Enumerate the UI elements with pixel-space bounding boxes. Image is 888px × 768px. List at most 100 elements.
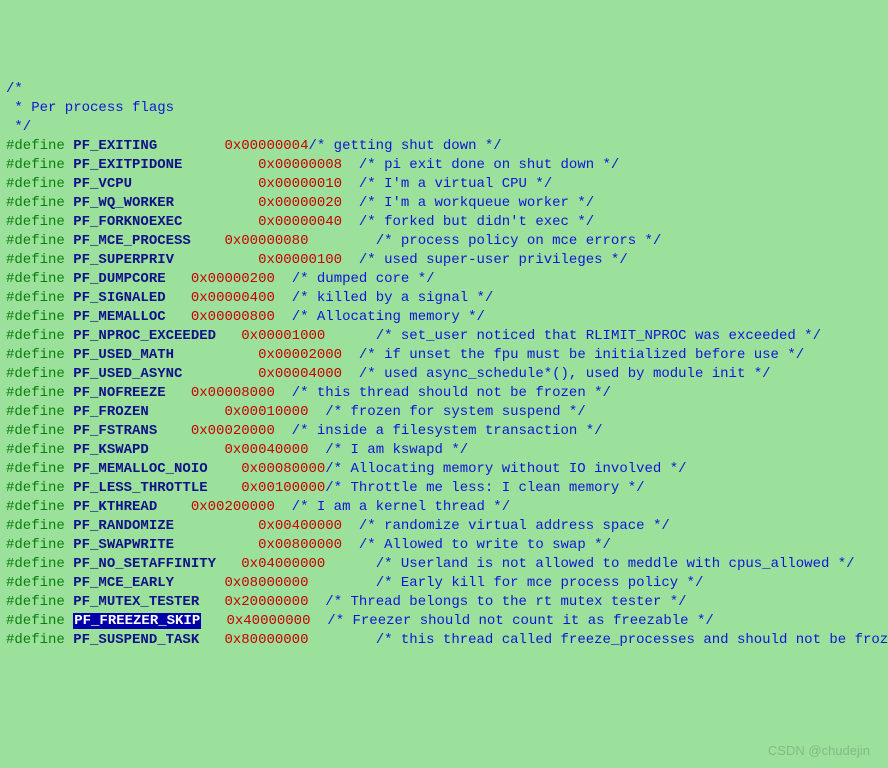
macro-name: PF_NPROC_EXCEEDED [73,328,216,344]
keyword-define: #define [6,423,65,439]
macro-comment: /* this thread should not be frozen */ [292,385,611,401]
macro-name: PF_FREEZER_SKIP [73,613,201,629]
define-row: #define PF_MCE_PROCESS 0x00000080 /* pro… [6,232,882,251]
define-row: #define PF_SUSPEND_TASK 0x80000000 /* th… [6,631,882,650]
macro-value: 0x04000000 [241,556,325,572]
keyword-define: #define [6,138,65,154]
define-row: #define PF_USED_ASYNC 0x00004000 /* used… [6,365,882,384]
macro-name: PF_MEMALLOC_NOIO [73,461,207,477]
macro-name: PF_EXITING [73,138,157,154]
define-row: #define PF_MUTEX_TESTER 0x20000000 /* Th… [6,593,882,612]
keyword-define: #define [6,214,65,230]
macro-comment: /* Allocating memory without IO involved… [325,461,686,477]
macro-comment: /* process policy on mce errors */ [325,233,661,249]
macro-value: 0x00004000 [258,366,342,382]
macro-value: 0x00008000 [191,385,275,401]
macro-comment: /* I am kswapd */ [325,442,468,458]
macro-comment: /* used super-user privileges */ [359,252,628,268]
define-row: #define PF_EXITING 0x00000004/* getting … [6,137,882,156]
macro-value: 0x00001000 [241,328,325,344]
macro-comment: /* used async_schedule*(), used by modul… [359,366,771,382]
keyword-define: #define [6,575,65,591]
keyword-define: #define [6,290,65,306]
macro-comment: /* I am a kernel thread */ [292,499,510,515]
keyword-define: #define [6,347,65,363]
macro-name: PF_MEMALLOC [73,309,165,325]
macro-comment: /* I'm a virtual CPU */ [359,176,552,192]
define-row: #define PF_SWAPWRITE 0x00800000 /* Allow… [6,536,882,555]
macro-value: 0x00000100 [258,252,342,268]
macro-name: PF_NOFREEZE [73,385,165,401]
macro-name: PF_VCPU [73,176,132,192]
keyword-define: #define [6,442,65,458]
define-row: #define PF_VCPU 0x00000010 /* I'm a virt… [6,175,882,194]
macro-name: PF_RANDOMIZE [73,518,174,534]
keyword-define: #define [6,594,65,610]
macro-value: 0x00000010 [258,176,342,192]
keyword-define: #define [6,195,65,211]
keyword-define: #define [6,366,65,382]
define-row: #define PF_NOFREEZE 0x00008000 /* this t… [6,384,882,403]
macro-value: 0x00000080 [224,233,308,249]
watermark: CSDN @chudejin [768,741,870,760]
macro-value: 0x08000000 [224,575,308,591]
comment-line: * Per process flags [6,99,882,118]
macro-comment: /* getting shut down */ [308,138,501,154]
comment-line: */ [6,118,882,137]
macro-name: PF_USED_ASYNC [73,366,182,382]
macro-comment: /* randomize virtual address space */ [359,518,670,534]
define-row: #define PF_KSWAPD 0x00040000 /* I am ksw… [6,441,882,460]
macro-value: 0x40000000 [226,613,310,629]
define-row: #define PF_EXITPIDONE 0x00000008 /* pi e… [6,156,882,175]
macro-comment: /* pi exit done on shut down */ [359,157,619,173]
macro-comment: /* Throttle me less: I clean memory */ [325,480,644,496]
keyword-define: #define [6,233,65,249]
define-row: #define PF_FSTRANS 0x00020000 /* inside … [6,422,882,441]
macro-value: 0x20000000 [224,594,308,610]
macro-value: 0x00800000 [258,537,342,553]
keyword-define: #define [6,537,65,553]
keyword-define: #define [6,404,65,420]
define-row: #define PF_FROZEN 0x00010000 /* frozen f… [6,403,882,422]
keyword-define: #define [6,499,65,515]
macro-name: PF_LESS_THROTTLE [73,480,207,496]
define-row: #define PF_FREEZER_SKIP 0x40000000 /* Fr… [6,612,882,631]
code-block: /* * Per process flags */#define PF_EXIT… [6,80,882,650]
keyword-define: #define [6,176,65,192]
macro-name: PF_SUPERPRIV [73,252,174,268]
keyword-define: #define [6,632,65,648]
macro-comment: /* Allocating memory */ [292,309,485,325]
macro-comment: /* dumped core */ [292,271,435,287]
macro-name: PF_EXITPIDONE [73,157,182,173]
macro-name: PF_MCE_PROCESS [73,233,191,249]
macro-comment: /* inside a filesystem transaction */ [292,423,603,439]
macro-value: 0x00020000 [191,423,275,439]
define-row: #define PF_NO_SETAFFINITY 0x04000000 /* … [6,555,882,574]
macro-value: 0x00000400 [191,290,275,306]
macro-name: PF_SIGNALED [73,290,165,306]
define-row: #define PF_RANDOMIZE 0x00400000 /* rando… [6,517,882,536]
macro-comment: /* Freezer should not count it as freeza… [327,613,713,629]
keyword-define: #define [6,613,65,629]
macro-name: PF_KSWAPD [73,442,149,458]
comment-line: /* [6,80,882,99]
keyword-define: #define [6,461,65,477]
macro-value: 0x00000004 [224,138,308,154]
macro-value: 0x00200000 [191,499,275,515]
macro-name: PF_SWAPWRITE [73,537,174,553]
keyword-define: #define [6,309,65,325]
macro-value: 0x00010000 [224,404,308,420]
macro-comment: /* I'm a workqueue worker */ [359,195,594,211]
macro-comment: /* killed by a signal */ [292,290,494,306]
macro-name: PF_FSTRANS [73,423,157,439]
define-row: #define PF_WQ_WORKER 0x00000020 /* I'm a… [6,194,882,213]
keyword-define: #define [6,328,65,344]
keyword-define: #define [6,271,65,287]
macro-value: 0x00040000 [224,442,308,458]
macro-comment: /* Early kill for mce process policy */ [325,575,703,591]
macro-value: 0x00000800 [191,309,275,325]
macro-name: PF_USED_MATH [73,347,174,363]
keyword-define: #define [6,556,65,572]
define-row: #define PF_LESS_THROTTLE 0x00100000/* Th… [6,479,882,498]
macro-value: 0x00000200 [191,271,275,287]
